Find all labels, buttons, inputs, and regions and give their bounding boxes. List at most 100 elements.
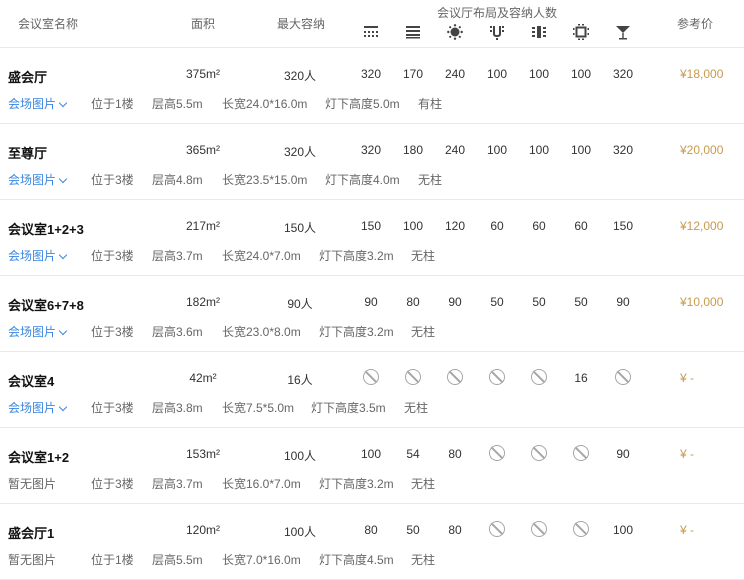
- chevron-down-icon: [58, 402, 68, 412]
- room-capacity: 100人: [283, 449, 317, 463]
- venue-photos-toggle[interactable]: 会场图片: [8, 95, 68, 112]
- layout-capacity: 320: [360, 67, 382, 81]
- table-row: 会议室1+2+3 217m² 150人 150 100 120 60 60 60 150 ¥12,0…: [0, 200, 744, 276]
- not-available-icon: [573, 521, 589, 537]
- room-ceiling-height: 层高5.5m: [152, 553, 203, 567]
- venue-photos-label: 会场图片: [8, 249, 57, 263]
- table-row: 会议室1+2 153m² 100人 100 54 80 90 ¥ - 暂无图片 位于3楼 层高3.7…: [0, 428, 744, 504]
- venue-photos-toggle[interactable]: 会场图片: [8, 247, 68, 264]
- not-available-icon: [489, 521, 505, 537]
- room-light-height: 灯下高度4.0m: [325, 173, 400, 187]
- venue-photos-toggle[interactable]: 会场图片: [8, 171, 68, 188]
- layout-capacity: 100: [612, 523, 634, 537]
- room-price: ¥ -: [680, 523, 695, 537]
- not-available-icon: [531, 369, 547, 385]
- room-capacity: 320人: [283, 145, 317, 159]
- table-row: 至尊厅 365m² 320人 320 180 240 100 100 100 320 ¥20,000…: [0, 124, 744, 200]
- not-available-icon: [615, 369, 631, 385]
- layout-capacity: 90: [364, 295, 378, 309]
- room-floor: 位于3楼: [91, 173, 134, 187]
- theater-layout-icon: [364, 26, 378, 37]
- room-floor: 位于3楼: [91, 249, 134, 263]
- layout-capacity: 320: [612, 67, 634, 81]
- cocktail-layout-icon: [616, 26, 630, 40]
- room-price: ¥ -: [680, 371, 695, 385]
- layout-capacity: 90: [616, 295, 630, 309]
- layout-capacity: 60: [532, 219, 546, 233]
- room-area: 153m²: [185, 447, 220, 461]
- room-pillar: 无柱: [411, 249, 436, 263]
- venue-photos-label: 会场图片: [8, 97, 57, 111]
- layout-capacity: 100: [528, 143, 550, 157]
- room-pillar: 无柱: [418, 173, 443, 187]
- banquet-layout-icon: [447, 24, 463, 40]
- venue-photos-toggle[interactable]: 会场图片: [8, 323, 68, 340]
- header-price: 参考价: [677, 17, 714, 31]
- room-pillar: 有柱: [418, 97, 443, 111]
- layout-capacity: 60: [490, 219, 504, 233]
- room-floor: 位于3楼: [91, 325, 134, 339]
- no-photos-label: 暂无图片: [8, 477, 57, 491]
- layout-capacity: 150: [612, 219, 634, 233]
- layout-capacity: 50: [574, 295, 588, 309]
- layout-capacity: 100: [570, 67, 592, 81]
- room-light-height: 灯下高度4.5m: [319, 553, 394, 567]
- room-ceiling-height: 层高3.7m: [152, 477, 203, 491]
- room-name: 盛会厅1: [8, 526, 55, 541]
- room-light-height: 灯下高度3.2m: [319, 477, 394, 491]
- no-photos-label: 暂无图片: [8, 553, 57, 567]
- room-area: 365m²: [185, 143, 220, 157]
- room-price: ¥18,000: [680, 67, 724, 81]
- layout-capacity: 100: [486, 67, 508, 81]
- venue-photos-label: 会场图片: [8, 401, 57, 415]
- chevron-down-icon: [58, 174, 68, 184]
- layout-capacity: 90: [616, 447, 630, 461]
- room-capacity: 150人: [283, 221, 317, 235]
- venue-photos-label: 会场图片: [8, 173, 57, 187]
- layout-capacity: 50: [490, 295, 504, 309]
- layout-capacity: 100: [402, 219, 424, 233]
- chevron-down-icon: [58, 326, 68, 336]
- header-max-capacity: 最大容纳: [277, 17, 326, 31]
- boardroom-layout-icon: [532, 26, 546, 38]
- table-row: 盛会厅1 120m² 100人 80 50 80 100 ¥ - 暂无图片 位于1楼 层高5.5m 长…: [0, 504, 744, 580]
- layout-capacity: 150: [360, 219, 382, 233]
- room-light-height: 灯下高度3.2m: [319, 249, 394, 263]
- room-area: 120m²: [185, 523, 220, 537]
- layout-capacity: 80: [448, 523, 462, 537]
- header-layouts: 会议厅布局及容纳人数: [437, 6, 558, 20]
- u-shape-layout-icon: [490, 26, 504, 40]
- layout-capacity: 100: [528, 67, 550, 81]
- room-name: 会议室1+2: [8, 450, 70, 465]
- room-floor: 位于3楼: [91, 477, 134, 491]
- layout-capacity: 90: [448, 295, 462, 309]
- room-dimensions: 长宽23.5*15.0m: [222, 173, 308, 187]
- room-price: ¥12,000: [680, 219, 724, 233]
- room-floor: 位于1楼: [91, 553, 134, 567]
- room-area: 182m²: [185, 295, 220, 309]
- table-row: 会议室6+7+8 182m² 90人 90 80 90 50 50 50 90 ¥10,000 会场图…: [0, 276, 744, 352]
- not-available-icon: [447, 369, 463, 385]
- chevron-down-icon: [58, 98, 68, 108]
- room-name: 盛会厅: [8, 70, 48, 85]
- room-name: 至尊厅: [8, 146, 48, 161]
- room-dimensions: 长宽7.5*5.0m: [222, 401, 295, 415]
- not-available-icon: [531, 445, 547, 461]
- room-ceiling-height: 层高4.8m: [152, 173, 203, 187]
- layout-capacity: 120: [444, 219, 466, 233]
- not-available-icon: [363, 369, 379, 385]
- layout-capacity: 50: [406, 523, 420, 537]
- table-row: 会议室4 42m² 16人 16 ¥ - 会场图片 位于3楼 层高3.8m 长宽7.5*5.0m…: [0, 352, 744, 428]
- not-available-icon: [489, 445, 505, 461]
- layout-capacity: 100: [486, 143, 508, 157]
- room-pillar: 无柱: [411, 477, 436, 491]
- layout-capacity: 100: [570, 143, 592, 157]
- room-floor: 位于3楼: [91, 401, 134, 415]
- layout-capacity: 180: [402, 143, 424, 157]
- not-available-icon: [405, 369, 421, 385]
- room-light-height: 灯下高度3.5m: [311, 401, 386, 415]
- room-price: ¥10,000: [680, 295, 724, 309]
- room-dimensions: 长宽24.0*16.0m: [222, 97, 308, 111]
- venue-photos-toggle[interactable]: 会场图片: [8, 399, 68, 416]
- layout-capacity: 320: [360, 143, 382, 157]
